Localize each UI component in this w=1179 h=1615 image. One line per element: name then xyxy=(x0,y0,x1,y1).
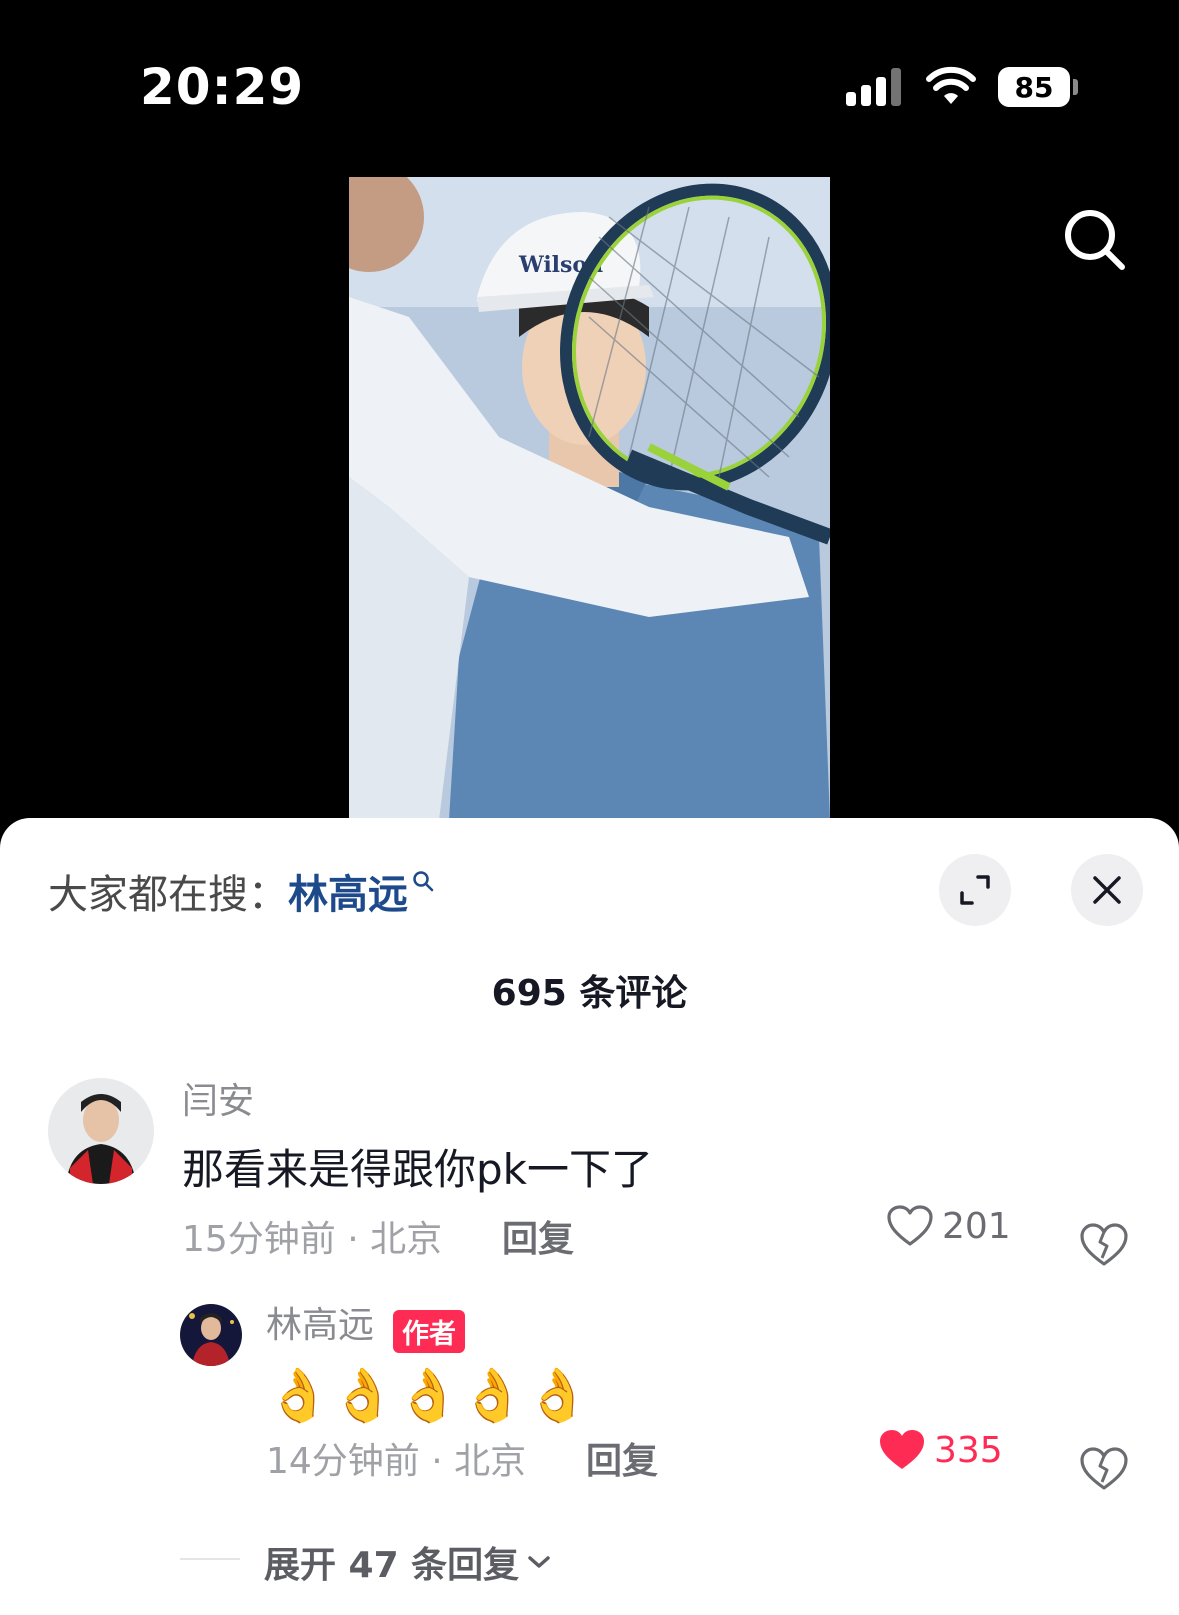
battery-indicator: 85 xyxy=(998,67,1070,107)
avatar[interactable] xyxy=(48,1078,154,1184)
search-small-icon xyxy=(413,871,434,892)
comment-text: 那看来是得跟你pk一下了 xyxy=(182,1145,653,1194)
video-player[interactable]: Wilson xyxy=(349,177,830,820)
reply-like-button[interactable]: 335 xyxy=(878,1428,1003,1472)
comment-meta: 15分钟前 · 北京 xyxy=(182,1219,443,1260)
broken-heart-icon[interactable] xyxy=(1079,1222,1129,1268)
trending-search[interactable]: 大家都在搜： 林高远 xyxy=(48,862,434,920)
search-icon[interactable] xyxy=(1060,205,1130,275)
reply-button[interactable]: 回复 xyxy=(502,1210,574,1262)
wifi-icon xyxy=(926,66,976,104)
author-badge: 作者 xyxy=(393,1310,465,1353)
screen: 20:29 85 Wilson 大家都在搜： 林高远 695 条评论 闫安 那看… xyxy=(0,0,1179,1615)
cellular-signal-icon xyxy=(846,68,906,106)
expand-divider xyxy=(180,1558,240,1560)
trending-term[interactable]: 林高远 xyxy=(288,862,408,920)
trending-label: 大家都在搜： xyxy=(48,872,288,918)
reply-reply-button[interactable]: 回复 xyxy=(586,1432,658,1484)
reply-like-count: 335 xyxy=(934,1429,1003,1471)
expand-replies-label: 展开 47 条回复 xyxy=(264,1545,520,1586)
reply-broken-heart-icon[interactable] xyxy=(1079,1446,1129,1492)
expand-button[interactable] xyxy=(939,854,1011,926)
battery-nub xyxy=(1073,79,1078,95)
heart-filled-icon xyxy=(880,1430,924,1469)
like-count: 201 xyxy=(942,1205,1011,1247)
reply-avatar[interactable] xyxy=(180,1304,242,1366)
expand-icon xyxy=(960,875,990,905)
comment-count: 695 条评论 xyxy=(491,973,688,1014)
reply-meta: 14分钟前 · 北京 xyxy=(266,1441,527,1482)
reply-text: 👌👌👌👌👌 xyxy=(266,1366,590,1426)
expand-replies-button[interactable]: 展开 47 条回复 xyxy=(264,1536,553,1588)
reply-emoji-text: 👌👌👌👌👌 xyxy=(266,1366,590,1426)
heart-icon xyxy=(887,1205,933,1246)
comment-sheet: 大家都在搜： 林高远 695 条评论 闫安 那看来是得跟你pk一下了 15分钟前… xyxy=(0,818,1179,1615)
close-icon xyxy=(1093,876,1121,904)
comment-username[interactable]: 闫安 xyxy=(182,1072,254,1124)
chevron-down-icon xyxy=(528,1556,550,1568)
reply-username[interactable]: 林高远 xyxy=(266,1296,374,1348)
video-frame-image: Wilson xyxy=(349,177,830,820)
status-time: 20:29 xyxy=(140,58,305,116)
like-button[interactable]: 201 xyxy=(886,1204,1011,1248)
close-button[interactable] xyxy=(1071,854,1143,926)
